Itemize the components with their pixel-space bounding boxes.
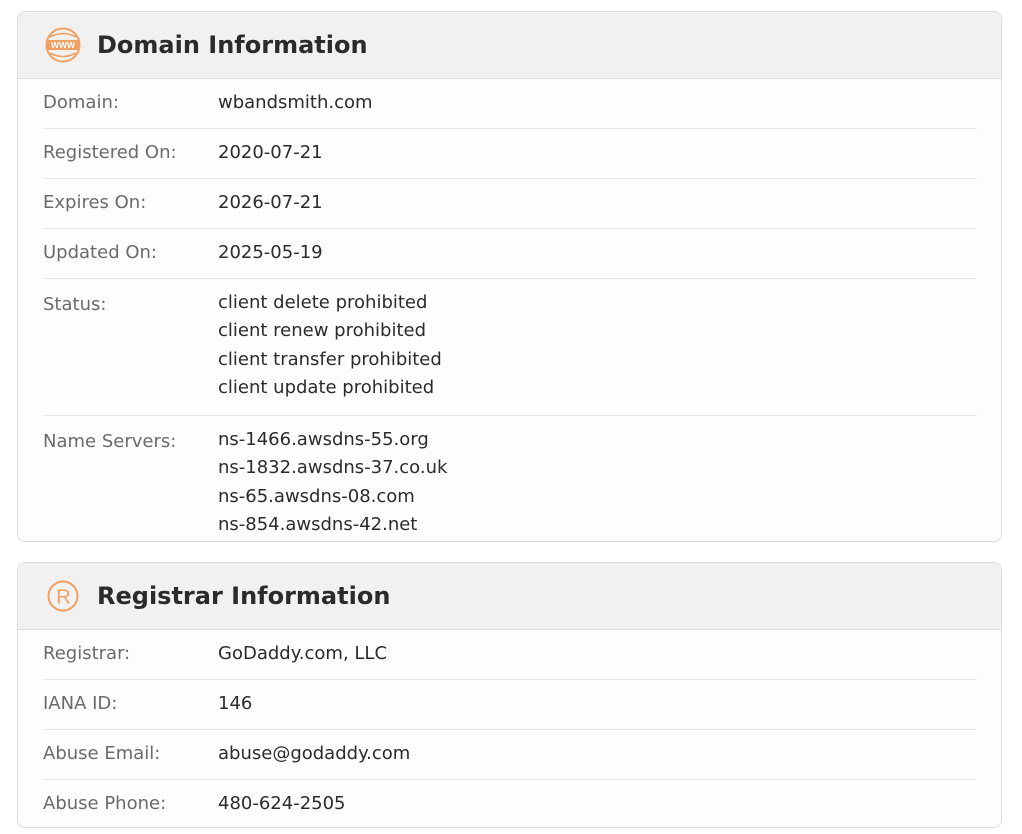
row-label: Registered On: xyxy=(43,142,177,163)
registrar-information-body: Registrar: GoDaddy.com, LLC IANA ID: 146… xyxy=(18,630,1001,827)
name-server-list: ns-1466.awsdns-55.org ns-1832.awsdns-37.… xyxy=(218,426,447,539)
row-value: 2025-05-19 xyxy=(218,242,323,263)
row-label: Abuse Email: xyxy=(43,743,161,764)
row-value: 2026-07-21 xyxy=(218,192,323,213)
row-label: IANA ID: xyxy=(43,693,118,714)
status-list: client delete prohibited client renew pr… xyxy=(218,289,442,402)
www-icon: WWW xyxy=(44,26,82,64)
row-label: Updated On: xyxy=(43,242,157,263)
registrar-information-card: R Registrar Information Registrar: GoDad… xyxy=(17,562,1002,828)
abuse-email-row: Abuse Email: abuse@godaddy.com xyxy=(43,730,977,780)
status-item: client renew prohibited xyxy=(218,320,427,342)
domain-row: Domain: wbandsmith.com xyxy=(43,79,977,129)
row-label: Name Servers: xyxy=(43,431,177,453)
row-value: 2020-07-21 xyxy=(218,142,323,163)
expires-on-row: Expires On: 2026-07-21 xyxy=(43,179,977,229)
registrar-information-header: R Registrar Information xyxy=(18,563,1001,630)
abuse-phone-row: Abuse Phone: 480-624-2505 xyxy=(43,780,977,827)
name-server-item: ns-854.awsdns-42.net xyxy=(218,514,418,536)
domain-information-card: WWW Domain Information Domain: wbandsmit… xyxy=(17,11,1002,542)
row-value: 480-624-2505 xyxy=(218,793,346,814)
name-server-item: ns-65.awsdns-08.com xyxy=(218,485,415,507)
name-servers-row: Name Servers: ns-1466.awsdns-55.org ns-1… xyxy=(43,416,977,541)
row-value: 146 xyxy=(218,693,253,714)
row-label: Status: xyxy=(43,294,107,315)
status-row: Status: client delete prohibited client … xyxy=(43,279,977,417)
row-label: Domain: xyxy=(43,92,119,113)
row-value: wbandsmith.com xyxy=(218,92,373,113)
svg-text:WWW: WWW xyxy=(51,40,76,50)
domain-information-title: Domain Information xyxy=(97,31,368,59)
row-value: abuse@godaddy.com xyxy=(218,743,411,764)
registered-on-row: Registered On: 2020-07-21 xyxy=(43,129,977,179)
row-value: GoDaddy.com, LLC xyxy=(218,643,388,664)
registrar-information-title: Registrar Information xyxy=(97,582,391,610)
svg-text:R: R xyxy=(56,587,70,609)
name-server-item: ns-1832.awsdns-37.co.uk xyxy=(218,457,448,479)
updated-on-row: Updated On: 2025-05-19 xyxy=(43,229,977,279)
name-server-item: ns-1466.awsdns-55.org xyxy=(218,429,429,451)
status-item: client delete prohibited xyxy=(218,292,428,313)
iana-id-row: IANA ID: 146 xyxy=(43,680,977,730)
status-item: client update prohibited xyxy=(218,376,435,398)
row-label: Abuse Phone: xyxy=(43,793,167,814)
status-item: client transfer prohibited xyxy=(218,348,442,370)
domain-information-body: Domain: wbandsmith.com Registered On: 20… xyxy=(18,79,1001,541)
row-label: Registrar: xyxy=(43,643,131,664)
registered-icon: R xyxy=(44,577,82,615)
row-label: Expires On: xyxy=(43,192,147,213)
registrar-row: Registrar: GoDaddy.com, LLC xyxy=(43,630,977,680)
domain-information-header: WWW Domain Information xyxy=(18,12,1001,79)
